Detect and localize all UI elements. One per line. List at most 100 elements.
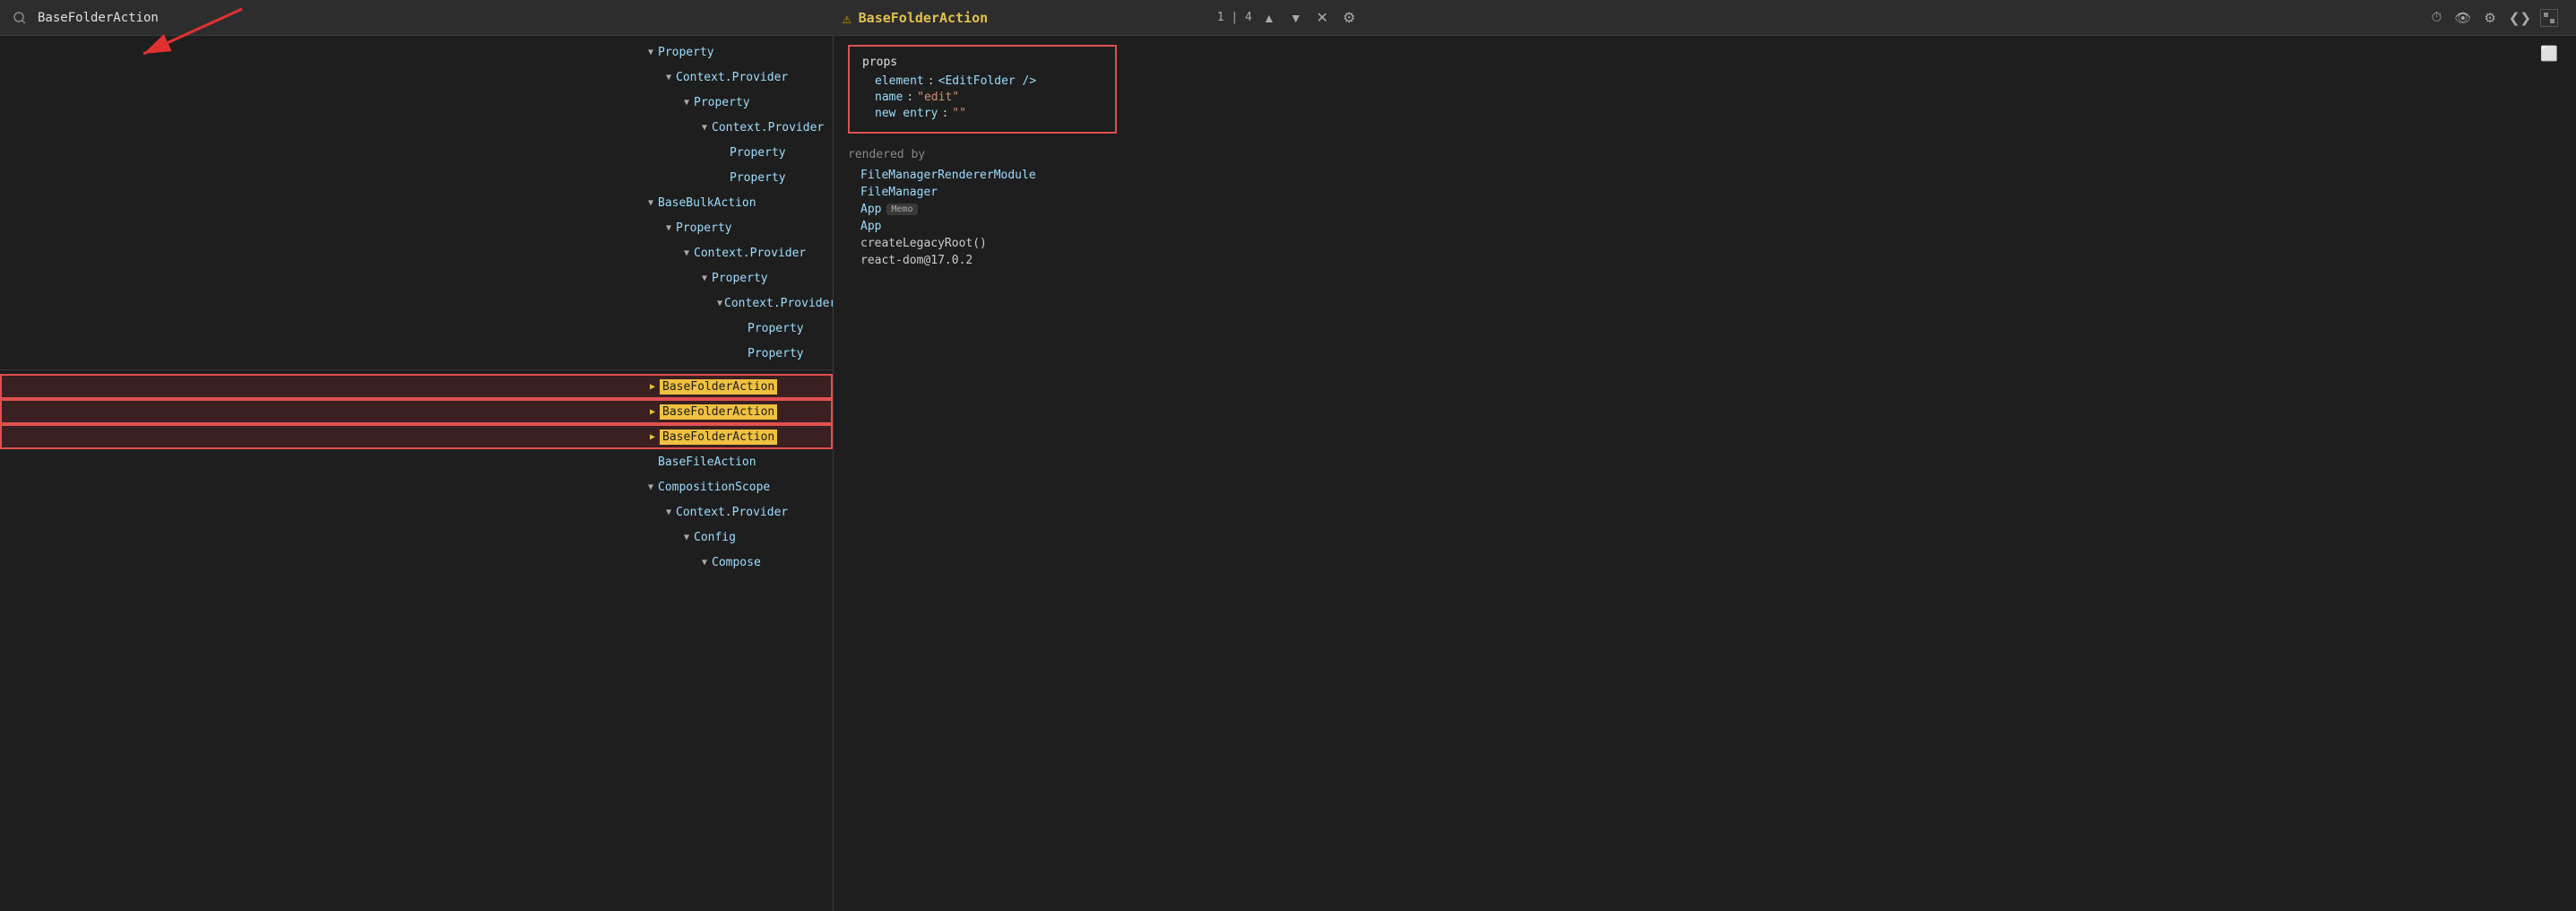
- tree-arrow: ▼: [663, 508, 674, 517]
- rendered-by-app-memo[interactable]: App Memo: [848, 201, 2562, 218]
- timer-icon-button[interactable]: ⏱: [2428, 8, 2446, 27]
- prop-value-new-entry: "": [952, 107, 966, 120]
- tree-row[interactable]: ▼ Context.Provider: [0, 115, 833, 140]
- tree-node-label: Context.Provider: [676, 506, 788, 519]
- tree-row[interactable]: Property: [0, 316, 833, 341]
- toolbar: BaseFolderAction 1 | 4 ▲ ▼ ✕ ⚙ ⚠ BaseFol…: [0, 0, 2576, 36]
- rendered-by-file-manager[interactable]: FileManager: [848, 184, 2562, 201]
- tree-row[interactable]: ▼ Context.Provider: [0, 291, 833, 316]
- search-settings-button[interactable]: ⚙: [1339, 7, 1359, 29]
- rendered-by-label: FileManagerRendererModule: [860, 169, 1036, 182]
- tree-arrow: ▼: [699, 123, 710, 133]
- tree-node-label: Property: [712, 272, 768, 285]
- tree-node-label: BaseFolderAction: [660, 379, 777, 395]
- close-search-button[interactable]: ✕: [1313, 7, 1332, 29]
- tree-node-label: Compose: [712, 556, 761, 569]
- tree-node-label: Context.Provider: [712, 121, 824, 134]
- prop-new-entry: new entry : "": [862, 107, 1102, 120]
- tree-row[interactable]: Property: [0, 165, 833, 190]
- component-tree: ▼ Property ▼ Context.Provider ▼ Property…: [0, 36, 834, 911]
- tree-arrow: ▶: [647, 382, 658, 392]
- rendered-by-react-dom: react-dom@17.0.2: [848, 252, 2562, 269]
- eye-icon-button[interactable]: 👁: [2451, 8, 2475, 28]
- tree-node-label: BaseFolderAction: [660, 429, 777, 445]
- tree-node-label: BaseFileAction: [658, 456, 756, 469]
- props-title: props: [862, 56, 1102, 69]
- tree-arrow: ▼: [663, 73, 674, 82]
- tree-row[interactable]: Property: [0, 140, 833, 165]
- prop-colon-1: :: [928, 74, 935, 88]
- tree-node-label: Property: [748, 347, 804, 360]
- result-count: 1 | 4: [1217, 11, 1252, 24]
- search-query: BaseFolderAction: [38, 11, 159, 25]
- tree-node-label: Property: [730, 171, 786, 185]
- tree-arrow: ▼: [663, 223, 674, 233]
- selected-component-name: BaseFolderAction: [859, 10, 989, 26]
- tree-row[interactable]: ▼ CompositionScope: [0, 474, 833, 499]
- tree-node-label: Context.Provider: [724, 297, 834, 310]
- rendered-by-label: App: [860, 203, 881, 216]
- props-section: props element : <EditFolder /> name : "e…: [848, 45, 1117, 134]
- tree-node-label: CompositionScope: [658, 481, 770, 494]
- prev-result-button[interactable]: ▲: [1259, 9, 1279, 27]
- tree-row-base-folder-action-1[interactable]: ▶ BaseFolderAction: [0, 374, 833, 399]
- memo-badge: Memo: [886, 204, 917, 215]
- prop-colon-2: :: [906, 91, 913, 104]
- next-result-button[interactable]: ▼: [1286, 9, 1306, 27]
- tree-row[interactable]: ▼ Property: [0, 90, 833, 115]
- tree-row[interactable]: ▼ Property: [0, 39, 833, 65]
- rendered-by-label: react-dom@17.0.2: [860, 254, 972, 267]
- tree-row[interactable]: ▼ BaseBulkAction: [0, 190, 833, 215]
- tree-arrow: ▼: [699, 273, 710, 283]
- tree-node-label: Property: [694, 96, 750, 109]
- tree-row[interactable]: ▼ Context.Provider: [0, 499, 833, 525]
- tree-node-label: Context.Provider: [694, 247, 806, 260]
- search-nav: 1 | 4 ▲ ▼ ✕ ⚙: [1217, 7, 1360, 29]
- toolbar-right-icons: ⏱ 👁 ⚙ ❮❯: [2428, 8, 2558, 28]
- prop-value-name: "edit": [917, 91, 959, 104]
- tree-row[interactable]: ▼ Context.Provider: [0, 65, 833, 90]
- settings-icon-button[interactable]: ⚙: [2480, 8, 2499, 28]
- selected-component-header: ⚠ BaseFolderAction: [843, 0, 988, 36]
- rendered-by-app[interactable]: App: [848, 218, 2562, 235]
- prop-value-element: <EditFolder />: [938, 74, 1037, 88]
- tree-arrow: ▼: [645, 482, 656, 492]
- prop-key-name: name: [875, 91, 903, 104]
- tree-row[interactable]: ▼ Compose: [0, 550, 833, 575]
- tree-node-label: Property: [730, 146, 786, 160]
- tree-arrow: ▼: [699, 558, 710, 568]
- rendered-by-label: App: [860, 220, 881, 233]
- collapse-icon-button[interactable]: ❮❯: [2505, 8, 2535, 28]
- tree-arrow: ▼: [681, 98, 692, 108]
- prop-element: element : <EditFolder />: [862, 74, 1102, 88]
- tree-row[interactable]: BaseFileAction: [0, 449, 833, 474]
- tree-row[interactable]: ▼ Property: [0, 265, 833, 291]
- tree-node-label: Property: [658, 46, 714, 59]
- tree-node-label: BaseFolderAction: [660, 404, 777, 420]
- rendered-by-title: rendered by: [848, 148, 2562, 161]
- tree-node-label: Property: [748, 322, 804, 335]
- main-content: ▼ Property ▼ Context.Provider ▼ Property…: [0, 36, 2576, 911]
- search-icon[interactable]: [9, 7, 30, 29]
- tree-arrow: ▼: [645, 198, 656, 208]
- tree-arrow: ▼: [681, 533, 692, 542]
- expand-panel-icon[interactable]: ⬜: [2540, 45, 2558, 62]
- rendered-by-file-manager-renderer-module[interactable]: FileManagerRendererModule: [848, 167, 2562, 184]
- tree-row[interactable]: ▼ Property: [0, 215, 833, 240]
- prop-key-element: element: [875, 74, 924, 88]
- expand-panel-button[interactable]: [2540, 9, 2558, 27]
- rendered-by-create-legacy-root: createLegacyRoot(): [848, 235, 2562, 252]
- tree-row-base-folder-action-2[interactable]: ▶ BaseFolderAction: [0, 399, 833, 424]
- tree-row[interactable]: Property: [0, 341, 833, 366]
- tree-arrow: ▼: [645, 48, 656, 57]
- tree-row-base-folder-action-3[interactable]: ▶ BaseFolderAction: [0, 424, 833, 449]
- tree-row[interactable]: ▼ Context.Provider: [0, 240, 833, 265]
- tree-divider: [0, 369, 833, 370]
- prop-colon-3: :: [941, 107, 948, 120]
- rendered-by-label: FileManager: [860, 186, 938, 199]
- prop-key-new-entry: new entry: [875, 107, 938, 120]
- rendered-by-section: rendered by FileManagerRendererModule Fi…: [848, 148, 2562, 269]
- tree-arrow: ▶: [647, 432, 658, 442]
- prop-name: name : "edit": [862, 91, 1102, 104]
- tree-row[interactable]: ▼ Config: [0, 525, 833, 550]
